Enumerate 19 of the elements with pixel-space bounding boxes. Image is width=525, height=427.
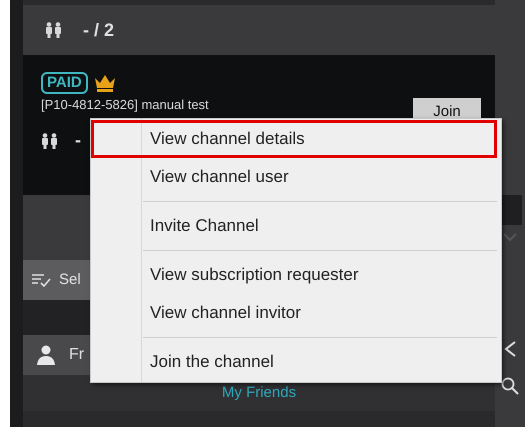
menu-item[interactable]: View channel user (91, 158, 501, 196)
menu-item[interactable]: View channel details (91, 120, 497, 158)
person-icon (37, 345, 55, 365)
checklist-icon (31, 273, 51, 287)
paid-badge: PAID (41, 72, 88, 94)
search-icon[interactable] (501, 377, 519, 395)
channel-title: [P10-4812-5826] manual test (41, 97, 209, 112)
people-icon (41, 132, 59, 148)
people-icon (45, 22, 63, 38)
menu-item[interactable]: View subscription requester (91, 256, 501, 294)
member-count: - / 2 (83, 18, 114, 42)
friends-tab[interactable]: My Friends (222, 382, 296, 404)
menu-item[interactable]: Invite Channel (91, 207, 501, 245)
menu-item[interactable]: Join the channel (91, 343, 501, 381)
crown-icon (94, 74, 116, 92)
toolbar-label: Sel (59, 270, 81, 290)
panel-title: Fr (69, 345, 84, 365)
member-count: - (75, 129, 81, 152)
menu-item[interactable]: View channel invitor (91, 294, 501, 332)
